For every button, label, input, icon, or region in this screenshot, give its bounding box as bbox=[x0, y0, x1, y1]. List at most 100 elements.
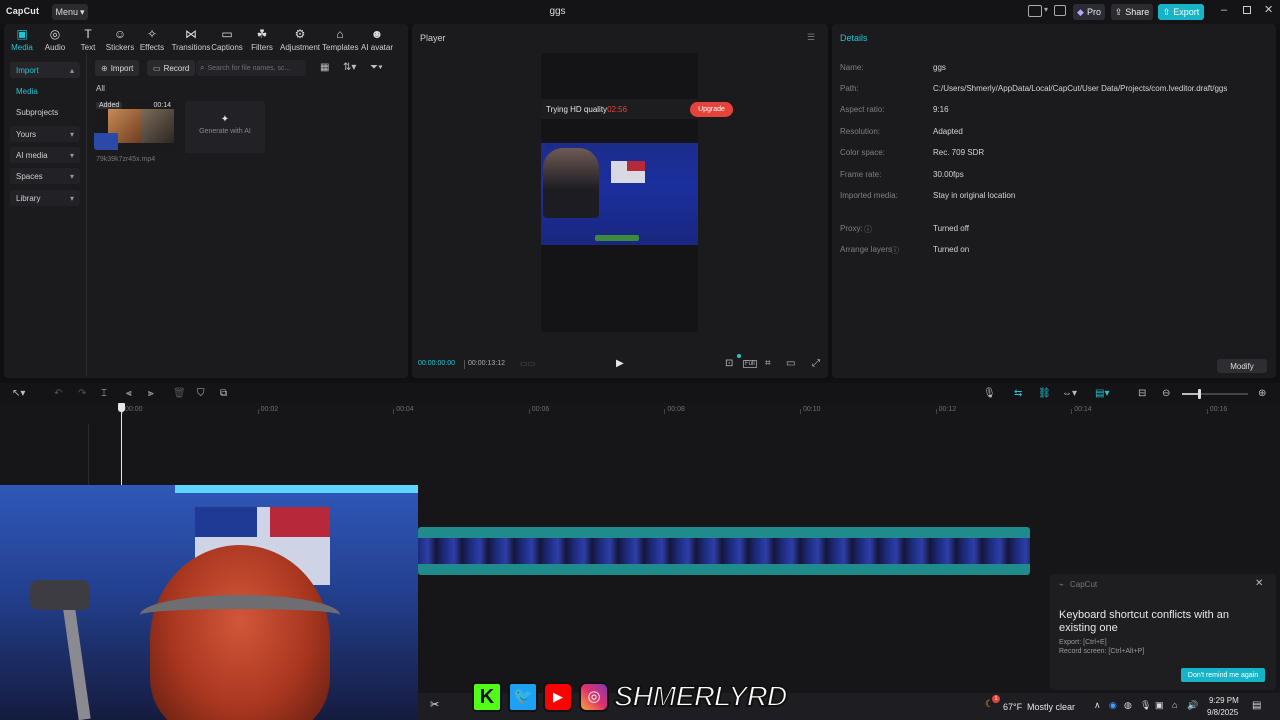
pro-button[interactable]: ◆ Pro bbox=[1073, 4, 1105, 20]
full-quality-button[interactable]: Full bbox=[743, 360, 757, 368]
tray-screen-icon[interactable]: ▣ bbox=[1155, 700, 1164, 711]
ruler-tick-label: 00:02 bbox=[260, 406, 279, 413]
search-icon: ⌕ bbox=[200, 63, 205, 72]
play-icon[interactable]: ▶ bbox=[616, 358, 624, 369]
video-clip[interactable] bbox=[418, 527, 1030, 575]
tray-app-icon[interactable]: ◉ bbox=[1109, 700, 1117, 711]
trim-right-icon[interactable]: ⫸ bbox=[148, 388, 154, 399]
shortcuts-icon[interactable] bbox=[1054, 5, 1066, 16]
export-button[interactable]: ⇧ Export bbox=[1158, 4, 1204, 20]
tab-ai-avatar[interactable]: ☻ AI avatar bbox=[359, 28, 395, 52]
caption-track-icon[interactable]: ⊟ bbox=[1138, 388, 1146, 399]
tab-filters[interactable]: ☘ Filters bbox=[244, 28, 280, 52]
shield-icon[interactable]: ⛉ bbox=[197, 388, 205, 399]
split-icon[interactable]: ⌶ bbox=[101, 388, 107, 399]
tab-media[interactable]: ▣ Media bbox=[4, 28, 40, 52]
sort-icon[interactable]: ⇅▾ bbox=[343, 62, 356, 73]
sidebar-item-subprojects[interactable]: Subprojects bbox=[10, 104, 80, 120]
share-button[interactable]: ⇪ Share bbox=[1111, 4, 1153, 20]
aspect-icon[interactable]: ▭ bbox=[786, 358, 795, 369]
clock-date[interactable]: 9/8/2025 bbox=[1207, 708, 1238, 717]
link-icon[interactable]: ⛓ bbox=[1038, 388, 1051, 399]
trim-left-icon[interactable]: ⫷ bbox=[126, 388, 132, 399]
tab-audio[interactable]: ◎ Audio bbox=[37, 28, 73, 52]
tab-captions[interactable]: ▭ Captions bbox=[209, 28, 245, 52]
microphone-icon[interactable]: 🎙 bbox=[983, 388, 996, 399]
player-menu-icon[interactable]: ☰ bbox=[807, 32, 815, 43]
sidebar-item-yours[interactable]: Yours ▾ bbox=[10, 126, 80, 142]
filter-icon[interactable]: ⏷▾ bbox=[370, 62, 383, 73]
video-preview[interactable] bbox=[541, 53, 698, 332]
fullscreen-icon[interactable]: ⤢ bbox=[812, 358, 820, 369]
minimize-icon[interactable]: – bbox=[1221, 4, 1227, 16]
sidebar-item-media[interactable]: Media bbox=[10, 83, 80, 99]
tab-transitions[interactable]: ⋈ Transitions bbox=[171, 28, 211, 52]
info-icon[interactable]: ⓘ bbox=[864, 224, 872, 235]
select-cursor-icon[interactable]: ↖▾ bbox=[12, 388, 25, 399]
webcam-flag-red bbox=[270, 507, 330, 537]
notification-close-icon[interactable]: ✕ bbox=[1255, 578, 1263, 589]
player-title: Player bbox=[420, 33, 446, 43]
generate-with-ai-card[interactable]: ✦ Generate with AI bbox=[185, 101, 265, 153]
ruler-tick bbox=[935, 409, 937, 414]
layout-icon[interactable] bbox=[1028, 5, 1042, 17]
tray-chevron-icon[interactable]: ∧ bbox=[1094, 700, 1101, 711]
import-button[interactable]: ⊕ Import bbox=[95, 60, 140, 76]
delete-icon[interactable]: 🗑 bbox=[173, 388, 186, 399]
snapshot-icon[interactable]: ⌗ bbox=[765, 358, 771, 369]
notification-center-icon[interactable]: ▤ bbox=[1252, 700, 1261, 711]
redo-icon[interactable]: ↷ bbox=[78, 388, 86, 399]
zoom-slider-handle[interactable] bbox=[1198, 389, 1201, 399]
media-clip-thumbnail[interactable]: Added 00:14 bbox=[94, 101, 174, 150]
transitions-icon: ⋈ bbox=[185, 27, 197, 41]
modify-button[interactable]: Modify bbox=[1217, 359, 1267, 373]
detail-label: Arrange layers bbox=[840, 245, 893, 254]
magnet-icon[interactable]: ⇆ bbox=[1014, 388, 1022, 399]
record-button[interactable]: ▭ Record bbox=[147, 60, 196, 76]
ratio-icon[interactable]: ⊡ bbox=[725, 358, 733, 369]
total-time: 00:00:13:12 bbox=[468, 360, 505, 367]
close-icon[interactable]: ✕ bbox=[1264, 3, 1273, 16]
tab-text[interactable]: T Text bbox=[70, 28, 106, 52]
tab-stickers[interactable]: ☺ Stickers bbox=[102, 28, 138, 52]
info-icon[interactable]: ⓘ bbox=[891, 245, 899, 256]
tray-mic-icon[interactable]: 🎙 bbox=[1140, 700, 1151, 711]
markers-icon[interactable]: ▭▭ bbox=[520, 359, 535, 368]
clock-time[interactable]: 9:29 PM bbox=[1209, 696, 1239, 705]
tab-adjustment[interactable]: ⚙ Adjustment bbox=[280, 28, 320, 52]
zoom-slider[interactable] bbox=[1182, 389, 1248, 399]
zoom-out-icon[interactable]: ⊖ bbox=[1162, 388, 1170, 399]
maximize-icon[interactable] bbox=[1243, 6, 1251, 14]
tray-obs-icon[interactable]: ◍ bbox=[1124, 700, 1132, 711]
notification-line2: Record screen: [Ctrl+Alt+P] bbox=[1059, 648, 1145, 655]
filter-all[interactable]: All bbox=[96, 84, 105, 93]
chevron-up-icon: ▴ bbox=[69, 65, 74, 75]
tab-effects[interactable]: ✧ Effects bbox=[134, 28, 170, 52]
playhead[interactable] bbox=[121, 404, 122, 486]
search-input[interactable]: ⌕ Search for file names, sc... bbox=[196, 60, 306, 76]
zoom-in-icon[interactable]: ⊕ bbox=[1258, 388, 1266, 399]
track-icon[interactable]: ▤▾ bbox=[1095, 388, 1109, 399]
tray-network-icon[interactable]: ⌂ bbox=[1172, 700, 1177, 710]
capcut-taskbar-icon[interactable]: ✂ bbox=[430, 698, 439, 711]
grid-view-icon[interactable]: ▦ bbox=[320, 62, 329, 73]
sidebar-item-ai-media[interactable]: AI media ▾ bbox=[10, 147, 80, 163]
tray-volume-icon[interactable]: 🔊 bbox=[1187, 700, 1198, 711]
chevron-down-icon[interactable]: ▾ bbox=[1044, 5, 1048, 14]
sidebar-item-import[interactable]: Import ▴ bbox=[10, 62, 80, 78]
sidebar-item-library[interactable]: Library ▾ bbox=[10, 190, 80, 206]
preview-axis-icon[interactable]: ⇔▾ bbox=[1062, 388, 1077, 399]
dont-remind-button[interactable]: Don't remind me again bbox=[1181, 668, 1265, 682]
webcam-mic bbox=[30, 580, 90, 610]
share-icon: ⇪ bbox=[1114, 6, 1123, 17]
tab-templates[interactable]: ⌂ Templates bbox=[322, 28, 358, 52]
ruler-tick-label: 00:12 bbox=[938, 406, 957, 413]
tab-label: Media bbox=[11, 43, 33, 52]
chevron-down-icon: ▾ bbox=[69, 193, 74, 203]
detail-label: Name: bbox=[840, 63, 864, 72]
sidebar-item-spaces[interactable]: Spaces ▾ bbox=[10, 168, 80, 184]
crop-icon[interactable]: ⧉ bbox=[220, 388, 227, 399]
upgrade-button[interactable]: Upgrade bbox=[690, 102, 733, 117]
undo-icon[interactable]: ↶ bbox=[54, 388, 62, 399]
playhead-handle[interactable] bbox=[118, 403, 125, 412]
